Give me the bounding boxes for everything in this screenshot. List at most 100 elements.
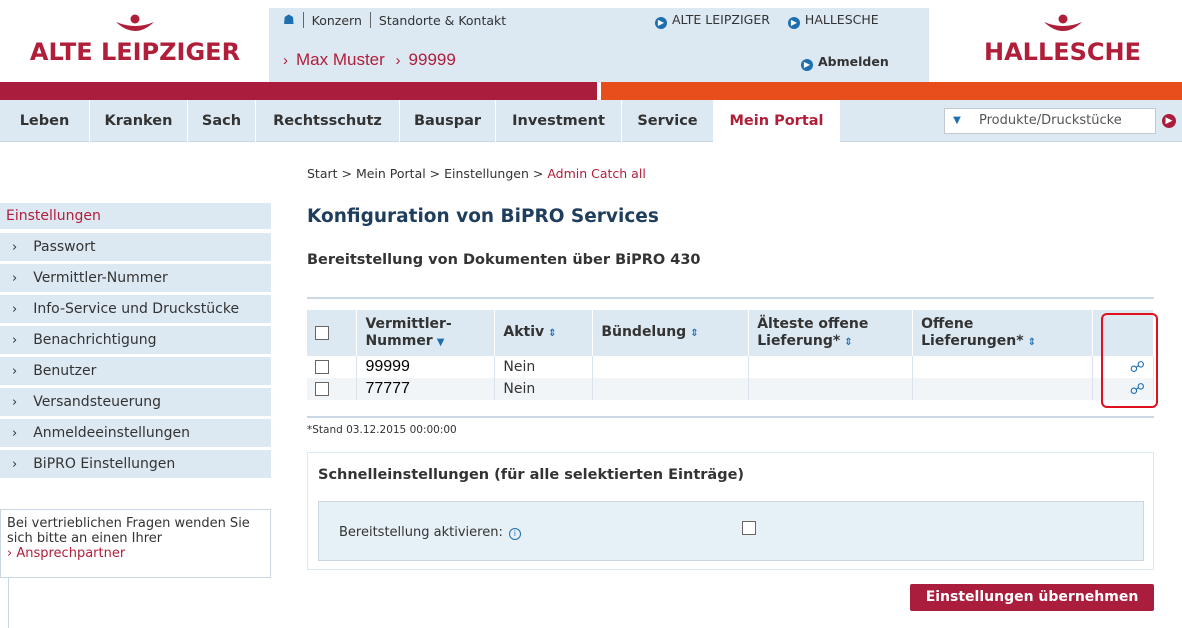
alte-leipziger-logo[interactable]: ALTE LEIPZIGER [20,14,250,66]
quick-settings-row: Bereitstellung aktivieren: i [318,501,1144,561]
breadcrumb: Start > Mein Portal > Einstellungen > Ad… [307,166,646,181]
divider [369,12,371,28]
sidebar-item-versandsteuerung[interactable]: › Versandsteuerung [0,388,271,416]
cell-aelteste [748,356,914,378]
sidebar-item-label: Versandsteuerung [33,394,161,410]
chevron-right-icon: › [12,240,18,255]
nav-leben[interactable]: Leben [0,100,90,142]
col-aktiv[interactable]: Aktiv ⇕ [494,310,594,356]
nav-bauspar[interactable]: Bauspar [400,100,496,142]
cell-aktiv: Nein [494,356,594,378]
user-info[interactable]: › Max Muster › 99999 [283,50,456,70]
sidebar-item-bipro-einstellungen[interactable]: › BiPRO Einstellungen [0,450,271,478]
breadcrumb-current: Admin Catch all [547,166,646,181]
product-search-placeholder: Produkte/Druckstücke [979,113,1122,128]
link-alte-leipziger[interactable]: ▶ ALTE LEIPZIGER [655,12,770,29]
link-hallesche[interactable]: ▶ HALLESCHE [787,12,879,29]
select-all-cell [307,310,358,356]
sidebar-item-label: Vermittler-Nummer [33,270,168,286]
row-checkbox[interactable] [315,360,329,374]
chevron-right-icon: ▶ [655,17,667,29]
divider [307,297,1154,299]
sidebar-item-anmeldeeinstellungen[interactable]: › Anmeldeeinstellungen [0,419,271,447]
col-label: Bündelung [601,324,687,340]
table-row: 99999 Nein ☍ [307,356,1154,378]
product-search[interactable]: ▼ Produkte/Druckstücke [944,108,1156,134]
col-offene-lieferungen[interactable]: Offene Lieferungen* ⇕ [912,310,1093,356]
col-buendelung[interactable]: Bündelung ⇕ [592,310,750,356]
home-icon[interactable]: ☗ [283,13,295,28]
apply-settings-button[interactable]: Einstellungen übernehmen [910,584,1154,611]
sidebar-item-label: Benutzer [33,363,97,379]
ansprechpartner-label: Ansprechpartner [16,546,126,561]
ansprechpartner-link[interactable]: › Ansprechpartner [7,546,125,561]
chevron-right-icon: › [12,395,18,410]
nav-service[interactable]: Service [622,100,714,142]
sidebar-heading[interactable]: Einstellungen [0,203,271,229]
divider [8,578,9,628]
data-timestamp: *Stand 03.12.2015 00:00:00 [307,424,457,436]
col-aelteste-lieferung[interactable]: Älteste offene Lieferung* ⇕ [748,310,914,356]
sidebar-contact-info: Bei vertrieblichen Fragen wenden Sie sic… [0,509,271,578]
link-konzern[interactable]: Konzern [312,13,362,28]
nav-mein-portal[interactable]: Mein Portal [714,100,840,142]
bereitstellung-checkbox[interactable] [742,521,756,535]
cell-offene [912,356,1093,378]
nav-kranken[interactable]: Kranken [90,100,188,142]
cell-buendelung [592,378,750,400]
sidebar-item-benutzer[interactable]: › Benutzer [0,357,271,385]
nav-rechtsschutz[interactable]: Rechtsschutz [256,100,400,142]
sort-icon: ⇕ [548,328,557,339]
brand-bar-red [0,82,597,100]
sidebar-item-vermittler-nummer[interactable]: › Vermittler-Nummer [0,264,271,292]
logo-mark-icon [116,14,154,31]
link-alte-leipziger-label: ALTE LEIPZIGER [672,12,770,27]
sidebar-item-benachrichtigung[interactable]: › Benachrichtigung [0,326,271,354]
sort-desc-icon: ▼ [436,336,445,348]
link-standorte[interactable]: Standorte & Kontakt [379,13,506,28]
hallesche-logo[interactable]: HALLESCHE [960,14,1165,66]
vermittler-table: Vermittler- Nummer ▼ Aktiv ⇕ Bündelung ⇕ Äl… [307,310,1154,400]
sidebar-item-label: Anmeldeeinstellungen [33,425,190,441]
chevron-right-icon: › [395,52,401,69]
annotation-highlight-box [1101,313,1158,408]
col-vermittler-nummer[interactable]: Vermittler- Nummer ▼ [356,310,496,356]
quick-settings-title: Schnelleinstellungen (für alle selektier… [318,467,745,483]
breadcrumb-path[interactable]: Start > Mein Portal > Einstellungen > [307,166,543,181]
sidebar-item-info-service[interactable]: › Info-Service und Druckstücke [0,295,271,323]
chevron-down-icon[interactable]: ▼ [945,109,969,133]
logo-mark-icon [1043,14,1082,31]
col-label: Offene Lieferungen* [921,315,1024,349]
nummer-value: 99999 [365,358,410,375]
page-title: Konfiguration von BiPRO Services [307,206,659,227]
row-select-cell [307,356,358,378]
chevron-right-icon: › [12,302,18,317]
sort-icon: ⇕ [1027,336,1036,348]
search-go-button[interactable]: ▶ [1162,114,1176,128]
nav-sach[interactable]: Sach [188,100,256,142]
bereitstellung-label: Bereitstellung aktivieren: i [339,525,521,540]
select-all-checkbox[interactable] [315,325,329,340]
main-nav: Leben Kranken Sach Rechtsschutz Bauspar … [0,100,1182,142]
logout-button[interactable]: ▶ Abmelden [801,54,889,71]
logout-label: Abmelden [818,54,889,69]
logo-right-text: HALLESCHE [983,38,1142,66]
chevron-right-icon: › [12,271,18,286]
info-icon[interactable]: i [508,528,521,540]
col-label: Aktiv [503,324,545,340]
chevron-right-icon: › [12,333,18,348]
quick-settings-panel: Schnelleinstellungen (für alle selektier… [307,452,1154,570]
chevron-right-icon: › [12,426,18,441]
sidebar-item-passwort[interactable]: › Passwort [0,233,271,261]
nav-investment[interactable]: Investment [496,100,622,142]
section-subtitle: Bereitstellung von Dokumenten über BiPRO… [307,252,701,268]
sidebar-item-label: Benachrichtigung [33,332,157,348]
header: ALTE LEIPZIGER ☗ Konzern Standorte & Kon… [0,0,1182,82]
contact-info-text: Bei vertrieblichen Fragen wenden Sie sic… [7,516,250,546]
divider [307,416,1154,418]
row-checkbox[interactable] [315,382,329,396]
sort-icon: ⇕ [690,328,699,339]
cell-nummer: 77777 [356,378,496,400]
table-header-row: Vermittler- Nummer ▼ Aktiv ⇕ Bündelung ⇕ Äl… [307,310,1154,356]
chevron-right-icon: › [12,457,18,472]
